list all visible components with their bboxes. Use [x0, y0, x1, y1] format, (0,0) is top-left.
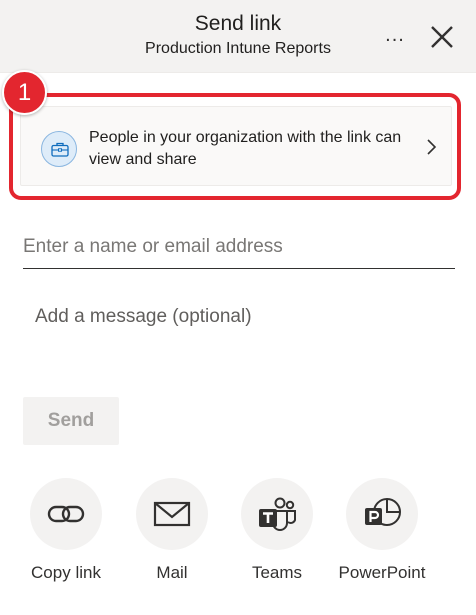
briefcase-icon: [41, 131, 77, 167]
link-permission-text: People in your organization with the lin…: [89, 129, 402, 168]
close-button[interactable]: [427, 22, 457, 52]
teams-label: Teams: [251, 563, 303, 582]
powerpoint-icon: [365, 498, 401, 526]
recipient-input[interactable]: [23, 225, 455, 269]
copy-link-circle: [30, 478, 102, 550]
copy-link-button[interactable]: Copy link: [6, 478, 126, 598]
mail-icon: [153, 501, 191, 527]
teams-button[interactable]: Teams: [217, 478, 337, 598]
teams-icon: [259, 497, 296, 531]
message-field[interactable]: [23, 296, 455, 376]
dialog-header: Send link Production Intune Reports ...: [0, 0, 476, 73]
powerpoint-label: PowerPoint: [338, 563, 426, 582]
callout-number-badge: 1: [2, 70, 47, 115]
powerpoint-button[interactable]: PowerPoint: [322, 478, 442, 598]
link-settings-button[interactable]: People in your organization with the lin…: [20, 106, 452, 186]
teams-circle: [241, 478, 313, 550]
chevron-right-icon: [427, 139, 437, 155]
more-options-button[interactable]: ...: [380, 22, 410, 48]
powerpoint-circle: [346, 478, 418, 550]
mail-circle: [136, 478, 208, 550]
send-button[interactable]: Send: [23, 397, 119, 445]
send-link-dialog: Send link Production Intune Reports ... …: [0, 0, 476, 615]
close-icon: [431, 26, 453, 48]
copy-link-label: Copy link: [31, 563, 101, 582]
mail-button[interactable]: Mail: [112, 478, 232, 598]
mail-label: Mail: [156, 563, 188, 582]
link-icon: [47, 505, 85, 523]
